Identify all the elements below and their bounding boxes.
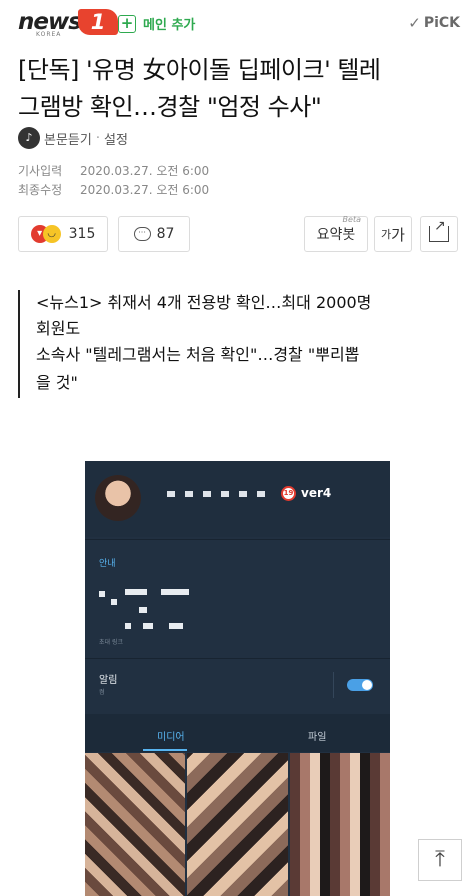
font-large-glyph: 가 (391, 225, 405, 244)
font-small-glyph: 가 (381, 228, 392, 241)
divider (333, 672, 334, 698)
reaction-button[interactable]: ▾ ◡ 315 (18, 216, 108, 252)
age-19-icon: 19 (281, 486, 296, 501)
comment-count: 87 (156, 226, 175, 242)
blurred-media-grid (85, 753, 390, 896)
speaker-icon[interactable]: ♪ (18, 127, 40, 149)
tab-media: 미디어 (157, 732, 185, 743)
blurred-media-thumbnail (289, 753, 390, 896)
laugh-emoji-icon: ◡ (42, 225, 61, 243)
input-date-label: 기사입력 (18, 164, 63, 178)
alarm-sub-label: 켬 (99, 689, 105, 696)
share-icon (429, 218, 449, 242)
alarm-toggle (347, 679, 373, 691)
modified-date-value: 2020.03.27. 오전 6:00 (80, 183, 210, 197)
tab-file: 파일 (308, 732, 327, 743)
summary-label: 요약봇 (316, 227, 356, 243)
summary-line-2-cont: 을 것" (36, 373, 78, 392)
blurred-media-thumbnail (85, 753, 186, 896)
pick-label: PiCK (423, 15, 460, 31)
main-add-label: 메인 추가 (143, 18, 196, 33)
article-headline: [단독] '유명 女아이돌 딥페이크' 텔레 그램방 확인…경찰 "엄정 수사" (18, 52, 458, 126)
blurred-link-text (125, 621, 195, 631)
blurred-media-thumbnail (187, 753, 288, 896)
beta-badge: Beta (342, 215, 361, 224)
share-button[interactable] (420, 216, 458, 252)
summary-line-1-cont: 회원도 (36, 319, 81, 338)
settings-button[interactable]: 설정 (104, 129, 128, 148)
tab-underline (143, 749, 187, 751)
input-date-row: 기사입력 2020.03.27. 오전 6:00 (18, 162, 209, 179)
article-toolbar: ▾ ◡ 315 ··· 87 요약봇 Beta 가가 (18, 215, 458, 252)
font-size-button[interactable]: 가가 (374, 216, 412, 252)
headline-line-2: 그램방 확인…경찰 "엄정 수사" (18, 93, 322, 121)
summary-bot-button[interactable]: 요약봇 Beta (304, 215, 368, 252)
input-date-value: 2020.03.27. 오전 6:00 (80, 164, 210, 178)
channel-version: ver4 (301, 486, 332, 500)
info-section-label: 안내 (99, 559, 116, 569)
article-summary-quote: <뉴스1> 취재서 4개 전용방 확인…최대 2000명 회원도 소속사 "텔레… (18, 290, 458, 398)
modified-date-label: 최종수정 (18, 183, 63, 197)
separator: · (95, 130, 100, 146)
check-icon: ✓ (408, 14, 421, 32)
channel-avatar (95, 475, 141, 521)
tts-button[interactable]: 본문듣기 (44, 129, 92, 148)
divider (85, 539, 390, 540)
modified-date-row: 최종수정 2020.03.27. 오전 6:00 (18, 181, 209, 198)
plus-icon: + (118, 14, 136, 33)
divider (85, 658, 390, 659)
logo-sub: KOREA (36, 31, 62, 38)
scroll-top-button[interactable]: ⤒ (418, 839, 462, 881)
blurred-channel-name (167, 491, 265, 497)
channel-header: 19 ver4 (85, 461, 390, 537)
embedded-telegram-screenshot: 19 ver4 안내 초대 링크 알림 켬 미디어 파일 (85, 461, 390, 896)
media-tab-bar: 미디어 파일 (85, 714, 390, 752)
summary-line-2: 소속사 "텔레그램서는 처음 확인"…경찰 "뿌리뽑 (36, 345, 360, 364)
invite-link-caption: 초대 링크 (99, 639, 123, 646)
tts-settings-row: ♪ 본문듣기 · 설정 (18, 127, 128, 149)
headline-line-1: [단독] '유명 女아이돌 딥페이크' 텔레 (18, 56, 381, 84)
comment-button[interactable]: ··· 87 (118, 216, 190, 252)
top-bar: news 1 KOREA + 메인 추가 ✓ PiCK (0, 0, 474, 46)
blurred-info-text (99, 585, 209, 615)
summary-line-1: <뉴스1> 취재서 4개 전용방 확인…최대 2000명 (36, 293, 372, 312)
alarm-label: 알림 (99, 675, 118, 686)
comment-icon: ··· (133, 227, 151, 241)
main-add-button[interactable]: + 메인 추가 (118, 14, 195, 33)
pick-button[interactable]: ✓ PiCK (408, 14, 460, 32)
reaction-count: 315 (68, 226, 96, 242)
arrow-up-icon: ⤒ (435, 847, 445, 872)
logo-number: 1 (78, 9, 118, 35)
